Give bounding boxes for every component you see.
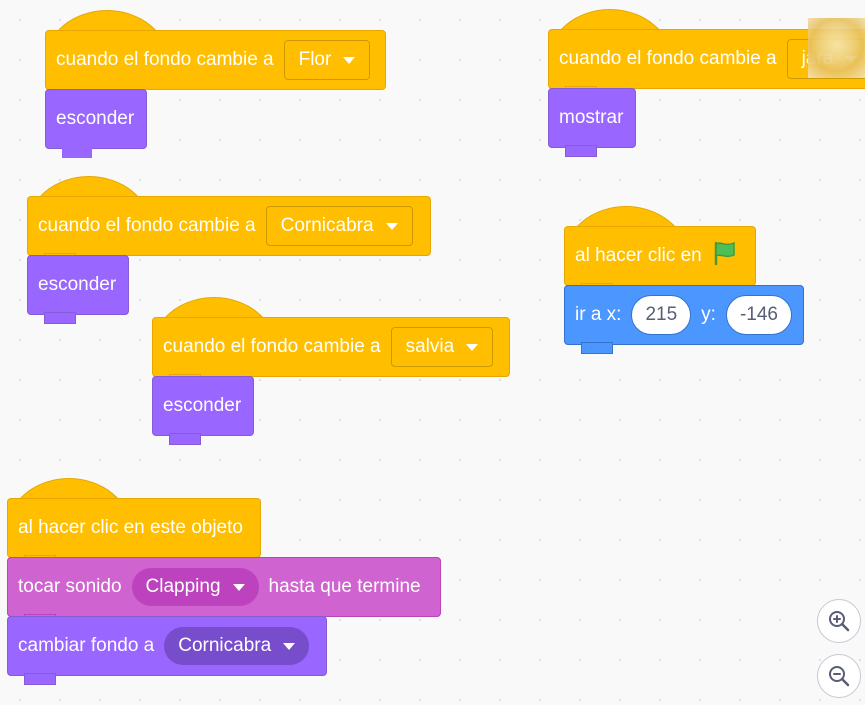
block-tab <box>24 673 56 685</box>
chevron-down-icon <box>385 222 398 230</box>
play-sound-until-done-block[interactable]: tocar sonido Clapping hasta que termine <box>7 557 441 626</box>
block-tab <box>44 312 76 324</box>
block-label: cuando el fondo cambie a <box>163 336 381 357</box>
backdrop-dropdown[interactable]: salvia <box>390 327 494 367</box>
chevron-down-icon <box>283 642 296 650</box>
block-tab <box>62 148 92 158</box>
block-label: al hacer clic en este objeto <box>18 517 243 538</box>
block-label: esconder <box>56 108 135 129</box>
block-label: tocar sonido <box>18 576 122 597</box>
backdrop-dropdown[interactable]: Flor <box>283 40 371 80</box>
block-label: cuando el fondo cambie a <box>56 49 274 70</box>
zoom-out-button[interactable] <box>817 654 861 698</box>
block-label: cuando el fondo cambie a <box>38 215 256 236</box>
when-backdrop-switches-block[interactable]: cuando el fondo cambie a Flor <box>45 30 386 99</box>
backdrop-dropdown[interactable]: Cornicabra <box>265 206 413 246</box>
x-input[interactable]: 215 <box>631 295 692 335</box>
block-label: y: <box>701 304 716 325</box>
zoom-in-button[interactable] <box>817 599 861 643</box>
block-label: hasta que termine <box>268 576 421 597</box>
switch-backdrop-block[interactable]: cambiar fondo a Cornicabra <box>7 616 327 685</box>
backdrop-dropdown[interactable]: Cornicabra <box>164 627 310 665</box>
block-label: esconder <box>38 274 117 295</box>
block-label: esconder <box>163 395 242 416</box>
chevron-down-icon <box>466 343 479 351</box>
show-block[interactable]: mostrar <box>548 88 636 157</box>
hide-block[interactable]: esconder <box>27 255 129 324</box>
block-label: cuando el fondo cambie a <box>559 48 777 69</box>
block-label: ir a x: <box>575 304 622 325</box>
y-input[interactable]: -146 <box>725 295 792 335</box>
block-tab <box>565 145 597 157</box>
when-backdrop-switches-block[interactable]: cuando el fondo cambie a salvia <box>152 317 510 386</box>
chevron-down-icon <box>343 56 356 64</box>
hide-block[interactable]: esconder <box>45 89 147 158</box>
go-to-xy-block[interactable]: ir a x: 215 y: -146 <box>564 285 804 354</box>
sprite-thumbnail <box>808 18 865 78</box>
hide-block[interactable]: esconder <box>152 376 254 445</box>
when-sprite-clicked-block[interactable]: al hacer clic en este objeto <box>7 498 261 567</box>
chevron-down-icon <box>232 583 245 591</box>
block-tab <box>581 342 613 354</box>
green-flag-icon <box>712 240 738 272</box>
block-label: mostrar <box>559 107 624 128</box>
zoom-in-icon <box>829 611 850 632</box>
block-label: al hacer clic en <box>575 245 702 266</box>
block-label: cambiar fondo a <box>18 635 155 656</box>
when-flag-clicked-block[interactable]: al hacer clic en <box>564 226 756 295</box>
when-backdrop-switches-block[interactable]: cuando el fondo cambie a Cornicabra <box>27 196 431 265</box>
sound-dropdown[interactable]: Clapping <box>131 568 259 606</box>
block-tab <box>169 433 201 445</box>
zoom-out-icon <box>829 666 850 687</box>
